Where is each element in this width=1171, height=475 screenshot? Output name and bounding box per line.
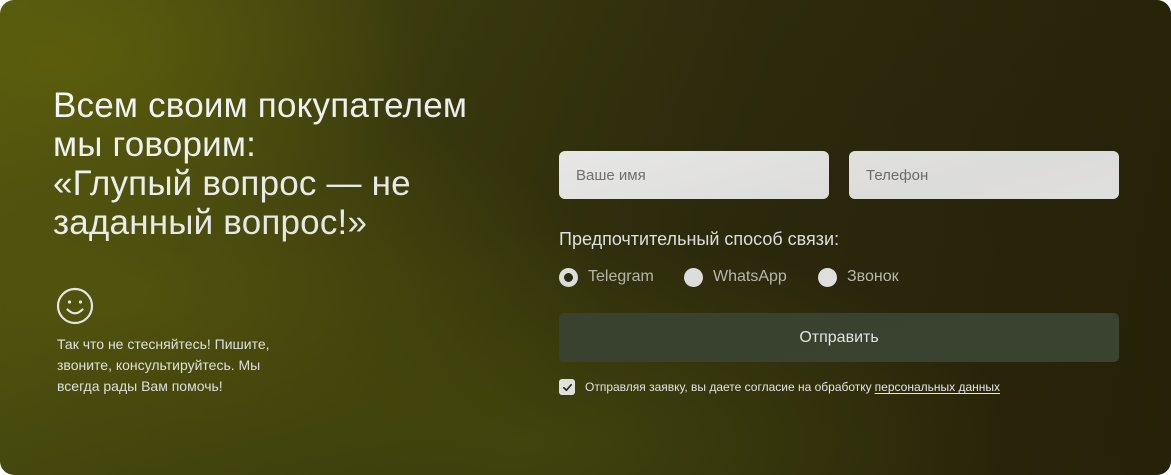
note-line: звоните, консультируйтесь. Мы (57, 357, 261, 373)
headline-line: заданный вопрос!» (53, 203, 368, 242)
radio-telegram[interactable]: Telegram (559, 266, 654, 288)
headline-line: мы говорим: (53, 125, 257, 164)
radio-label: Telegram (588, 268, 654, 285)
consent-row: Отправляя заявку, вы даете согласие на о… (559, 378, 1000, 396)
headline: Всем своим покупателем мы говорим: «Глуп… (53, 86, 523, 242)
headline-line: «Глупый вопрос — не (53, 164, 411, 203)
headline-line: Всем своим покупателем (53, 86, 468, 125)
radio-label: WhatsApp (713, 268, 787, 285)
radio-button[interactable] (818, 267, 837, 287)
consent-text: Отправляя заявку, вы даете согласие на о… (585, 380, 872, 394)
note-line: всегда рады Вам помочь! (57, 378, 223, 394)
radio-call[interactable]: Звонок (818, 266, 899, 288)
help-note: Так что не стесняйтесь! Пишите, звоните,… (57, 334, 317, 397)
personal-data-link[interactable]: персональных данных (875, 380, 1000, 394)
feedback-card: Всем своим покупателем мы говорим: «Глуп… (0, 0, 1171, 475)
name-input[interactable] (559, 151, 829, 199)
smiley-icon (56, 287, 94, 325)
phone-input[interactable] (849, 151, 1119, 199)
radio-button[interactable] (684, 267, 703, 287)
consent-checkbox[interactable] (559, 379, 575, 395)
contact-method-label: Предпочтительный способ связи: (559, 229, 840, 249)
note-line: Так что не стесняйтесь! Пишите, (57, 336, 270, 352)
radio-button-selected[interactable] (559, 267, 578, 287)
radio-label: Звонок (847, 268, 899, 285)
radio-whatsapp[interactable]: WhatsApp (684, 266, 787, 288)
checkmark-icon (562, 383, 572, 391)
submit-button[interactable]: Отправить (559, 313, 1119, 362)
